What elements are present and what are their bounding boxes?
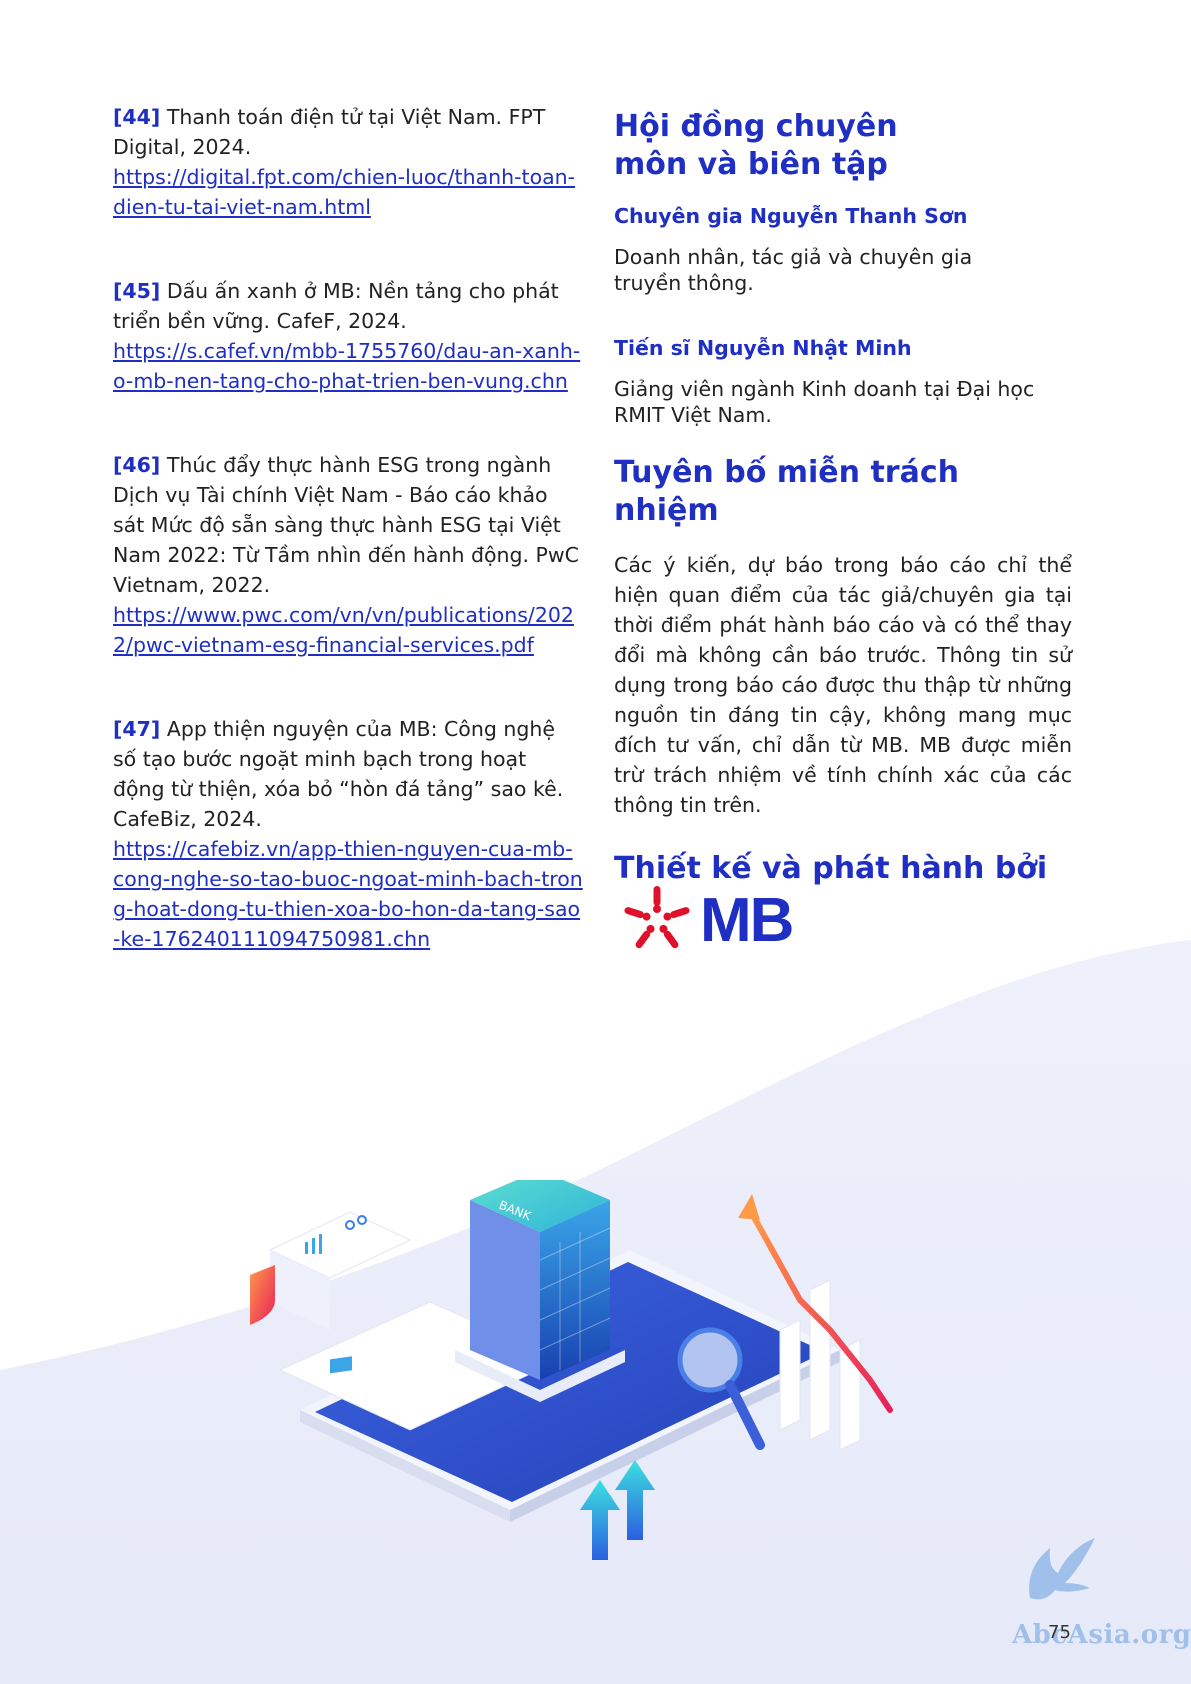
reference-link[interactable]: https://s.cafef.vn/mbb-1755760/dau-an-xa… bbox=[113, 339, 580, 393]
reference-link[interactable]: https://www.pwc.com/vn/vn/publications/2… bbox=[113, 603, 574, 657]
reference-text: Thúc đẩy thực hành ESG trong ngành Dịch … bbox=[113, 453, 579, 597]
reference-text: Thanh toán điện tử tại Việt Nam. FPT Dig… bbox=[113, 105, 546, 159]
reference-text: App thiện nguyện của MB: Công nghệ số tạ… bbox=[113, 717, 564, 831]
member-description: Giảng viên ngành Kinh doanh tại Đại học … bbox=[614, 377, 1035, 427]
eagle-watermark-icon bbox=[1029, 1538, 1095, 1600]
reference-46: [46] Thúc đẩy thực hành ESG trong ngành … bbox=[113, 450, 583, 660]
reference-number: [45] bbox=[113, 279, 161, 303]
mb-logo: MB bbox=[620, 883, 794, 957]
watermark-text: AbcAsia.org bbox=[1012, 1620, 1191, 1650]
page-number: 75 bbox=[1048, 1622, 1071, 1643]
reference-text: Dấu ấn xanh ở MB: Nền tảng cho phát triể… bbox=[113, 279, 559, 333]
right-column: Hội đồng chuyên môn và biên tập Chuyên g… bbox=[614, 108, 1072, 888]
member-name: Tiến sĩ Nguyễn Nhật Minh bbox=[614, 336, 912, 360]
mb-star-icon bbox=[623, 886, 691, 950]
mb-logo-text: MB bbox=[700, 885, 794, 955]
reference-link[interactable]: https://cafebiz.vn/app-thien-nguyen-cua-… bbox=[113, 837, 583, 951]
reference-45: [45] Dấu ấn xanh ở MB: Nền tảng cho phát… bbox=[113, 276, 583, 396]
disclaimer-heading: Tuyên bố miễn trách nhiệm bbox=[614, 455, 959, 528]
reference-link[interactable]: https://digital.fpt.com/chien-luoc/thanh… bbox=[113, 165, 575, 219]
board-heading: Hội đồng chuyên môn và biên tập bbox=[614, 109, 898, 182]
reference-number: [44] bbox=[113, 105, 161, 129]
references-column: [44] Thanh toán điện tử tại Việt Nam. FP… bbox=[113, 102, 583, 1008]
reference-44: [44] Thanh toán điện tử tại Việt Nam. FP… bbox=[113, 102, 583, 222]
member-description: Doanh nhân, tác giả và chuyên gia truyền… bbox=[614, 245, 973, 295]
reference-47: [47] App thiện nguyện của MB: Công nghệ … bbox=[113, 714, 583, 954]
disclaimer-body: Các ý kiến, dự báo trong báo cáo chỉ thể… bbox=[614, 553, 1072, 817]
reference-number: [46] bbox=[113, 453, 161, 477]
bank-illustration: BANK bbox=[250, 1180, 893, 1560]
member-name: Chuyên gia Nguyễn Thanh Sơn bbox=[614, 204, 968, 228]
reference-number: [47] bbox=[113, 717, 161, 741]
